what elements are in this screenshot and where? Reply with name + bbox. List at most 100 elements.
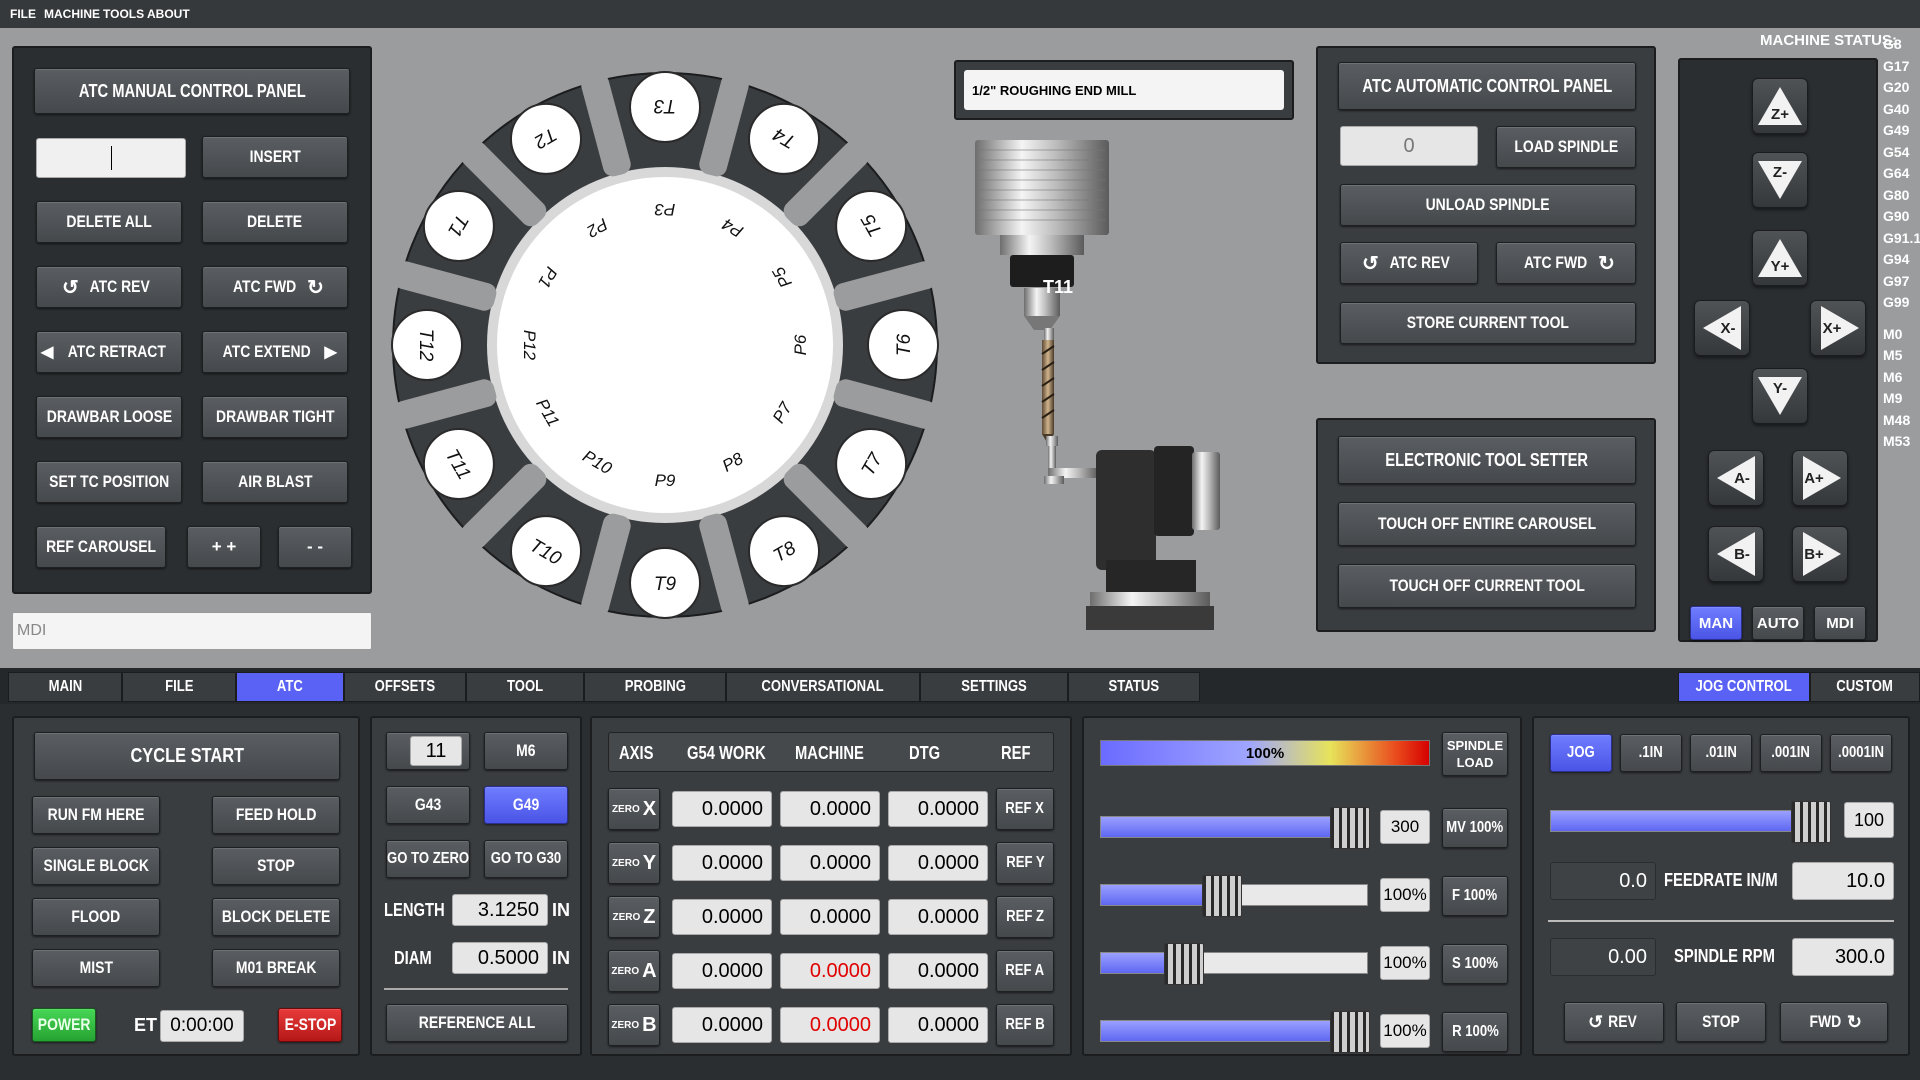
increment-step-button[interactable]: .1IN <box>1620 734 1682 772</box>
feed-hold-button[interactable]: FEED HOLD <box>212 796 340 834</box>
jog-z-plus-button[interactable]: Z+ <box>1752 78 1808 134</box>
atc-rev-button[interactable]: ↺ ATC REV <box>36 266 182 308</box>
cycle-start-button[interactable]: CYCLE START <box>34 732 340 780</box>
delete-button[interactable]: DELETE <box>202 201 348 243</box>
zero-b-button[interactable]: ZERO B <box>608 1004 660 1046</box>
drawbar-loose-button[interactable]: DRAWBAR LOOSE <box>36 396 182 438</box>
override-slider[interactable] <box>1100 1011 1370 1053</box>
override-slider-knob[interactable] <box>1330 807 1370 849</box>
touch-off-current-tool-button[interactable]: TOUCH OFF CURRENT TOOL <box>1338 564 1636 608</box>
jog-a-plus-button[interactable]: A+ <box>1792 450 1848 506</box>
g43-button[interactable]: G43 <box>386 786 470 824</box>
tab-offsets[interactable]: OFFSETS <box>344 672 466 702</box>
menu-about[interactable]: ABOUT <box>147 7 190 21</box>
jog-y-minus-button[interactable]: Y- <box>1752 368 1808 424</box>
jog-b-minus-button[interactable]: B- <box>1708 526 1764 582</box>
tab-tool[interactable]: TOOL <box>466 672 584 702</box>
jog-a-minus-button[interactable]: A- <box>1708 450 1764 506</box>
override-slider-knob[interactable] <box>1330 1011 1370 1053</box>
jog-y-plus-button[interactable]: Y+ <box>1752 230 1808 286</box>
atc-extend-button[interactable]: ATC EXTEND ▶ <box>202 331 348 373</box>
store-current-tool-button[interactable]: STORE CURRENT TOOL <box>1340 302 1636 344</box>
jog-b-plus-button[interactable]: B+ <box>1792 526 1848 582</box>
air-blast-button[interactable]: AIR BLAST <box>202 461 348 503</box>
work-y-value[interactable]: 0.0000 <box>672 845 772 881</box>
delete-all-button[interactable]: DELETE ALL <box>36 201 182 243</box>
drawbar-tight-button[interactable]: DRAWBAR TIGHT <box>202 396 348 438</box>
override-slider-knob[interactable] <box>1164 943 1204 985</box>
override-reset-button[interactable]: F 100% <box>1442 876 1508 916</box>
set-tc-position-button[interactable]: SET TC POSITION <box>36 461 182 503</box>
single-block-button[interactable]: SINGLE BLOCK <box>32 847 160 885</box>
tab-main[interactable]: MAIN <box>8 672 122 702</box>
atc-fwd-button[interactable]: ATC FWD ↻ <box>202 266 348 308</box>
zero-z-button[interactable]: ZERO Z <box>608 896 660 938</box>
override-reset-button[interactable]: S 100% <box>1442 944 1508 984</box>
tool-diam-field[interactable]: 0.5000 <box>452 942 548 974</box>
override-slider-knob[interactable] <box>1202 875 1242 917</box>
jog-x-minus-button[interactable]: X- <box>1694 300 1750 356</box>
spindle-rev-button[interactable]: ↺ REV <box>1564 1002 1664 1042</box>
zero-y-button[interactable]: ZERO Y <box>608 842 660 884</box>
increment-jog-button[interactable]: JOG <box>1550 734 1612 772</box>
mode-man-button[interactable]: MAN <box>1690 606 1742 640</box>
jog-speed-knob[interactable] <box>1791 801 1831 843</box>
menu-machine[interactable]: MACHINE <box>44 7 100 21</box>
power-button[interactable]: POWER <box>32 1008 96 1042</box>
run-from-here-button[interactable]: RUN FM HERE <box>32 796 160 834</box>
atc-tool-value[interactable]: 0 <box>1340 126 1478 166</box>
m01-break-button[interactable]: M01 BREAK <box>212 949 340 987</box>
override-slider[interactable] <box>1100 875 1368 917</box>
ref-y-button[interactable]: REF Y <box>996 842 1054 884</box>
increment-step-button[interactable]: .0001IN <box>1830 734 1892 772</box>
stop-button[interactable]: STOP <box>212 847 340 885</box>
override-reset-button[interactable]: R 100% <box>1442 1012 1508 1052</box>
touch-off-carousel-button[interactable]: TOUCH OFF ENTIRE CAROUSEL <box>1338 502 1636 546</box>
tab-probing[interactable]: PROBING <box>584 672 726 702</box>
jog-speed-value[interactable]: 100 <box>1844 802 1894 838</box>
load-spindle-button[interactable]: LOAD SPINDLE <box>1496 126 1636 168</box>
zero-x-button[interactable]: ZERO X <box>608 788 660 830</box>
mode-auto-button[interactable]: AUTO <box>1752 606 1804 640</box>
tool-number-input[interactable] <box>36 138 186 178</box>
flood-button[interactable]: FLOOD <box>32 898 160 936</box>
atc-auto-fwd-button[interactable]: ATC FWD ↻ <box>1496 242 1636 284</box>
spindle-fwd-button[interactable]: FWD ↻ <box>1780 1002 1888 1042</box>
m6-button[interactable]: M6 <box>484 732 568 770</box>
jog-z-minus-button[interactable]: Z- <box>1752 152 1808 208</box>
spindle-rpm-field[interactable]: 300.0 <box>1792 938 1894 976</box>
carousel-minus-button[interactable]: - - <box>278 526 352 568</box>
tab-jog-control[interactable]: JOG CONTROL <box>1678 672 1810 702</box>
override-reset-button[interactable]: MV 100% <box>1442 808 1508 848</box>
menu-tools[interactable]: TOOLS <box>103 7 144 21</box>
tab-conversational[interactable]: CONVERSATIONAL <box>726 672 920 702</box>
increment-step-button[interactable]: .001IN <box>1760 734 1822 772</box>
tab-atc[interactable]: ATC <box>236 672 344 702</box>
go-to-g30-button[interactable]: GO TO G30 <box>484 840 568 878</box>
work-a-value[interactable]: 0.0000 <box>672 953 772 989</box>
work-z-value[interactable]: 0.0000 <box>672 899 772 935</box>
spindle-stop-button[interactable]: STOP <box>1676 1002 1766 1042</box>
work-b-value[interactable]: 0.0000 <box>672 1007 772 1043</box>
mdi-input[interactable]: MDI <box>12 612 372 650</box>
tab-settings[interactable]: SETTINGS <box>920 672 1068 702</box>
ref-z-button[interactable]: REF Z <box>996 896 1054 938</box>
work-x-value[interactable]: 0.0000 <box>672 791 772 827</box>
atc-retract-button[interactable]: ◀ ATC RETRACT <box>36 331 182 373</box>
estop-button[interactable]: E-STOP <box>278 1008 342 1042</box>
mode-mdi-button[interactable]: MDI <box>1814 606 1866 640</box>
feedrate-field[interactable]: 10.0 <box>1792 862 1894 900</box>
tab-status[interactable]: STATUS <box>1068 672 1200 702</box>
insert-button[interactable]: INSERT <box>202 136 348 178</box>
reference-all-button[interactable]: REFERENCE ALL <box>386 1004 568 1042</box>
menu-file[interactable]: FILE <box>10 7 36 21</box>
zero-a-button[interactable]: ZERO A <box>608 950 660 992</box>
carousel-plus-button[interactable]: + + <box>187 526 261 568</box>
ref-b-button[interactable]: REF B <box>996 1004 1054 1046</box>
tab-custom[interactable]: CUSTOM <box>1810 672 1920 702</box>
go-to-zero-button[interactable]: GO TO ZERO <box>386 840 470 878</box>
g49-button[interactable]: G49 <box>484 786 568 824</box>
jog-speed-slider[interactable] <box>1550 801 1831 843</box>
mist-button[interactable]: MIST <box>32 949 160 987</box>
override-slider[interactable] <box>1100 943 1368 985</box>
